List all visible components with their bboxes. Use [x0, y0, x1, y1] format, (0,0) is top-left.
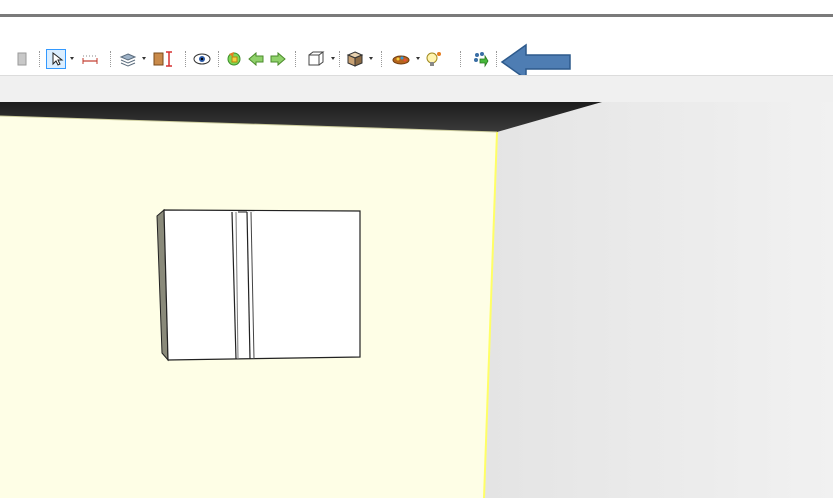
wireframe-cube-icon	[308, 51, 325, 66]
dimension-tool-button[interactable]	[80, 49, 100, 69]
material-button[interactable]	[390, 49, 412, 69]
right-wall	[484, 102, 833, 498]
toolbar-separator	[496, 51, 498, 67]
toolbar-separator	[110, 51, 112, 67]
move-left-button[interactable]	[246, 49, 266, 69]
wireframe-dropdown-chevron-icon[interactable]	[331, 57, 335, 60]
light-bulb-icon	[426, 52, 441, 66]
material-dropdown-chevron-icon[interactable]	[416, 57, 420, 60]
solid-view-button[interactable]	[345, 49, 365, 69]
cabinet-model[interactable]	[156, 208, 361, 362]
wall-tool-button[interactable]	[150, 49, 178, 69]
wall-tool-icon	[153, 51, 172, 67]
window-top-border	[0, 14, 833, 17]
render-export-icon	[474, 52, 489, 68]
grip-icon	[15, 49, 29, 69]
light-button[interactable]	[424, 49, 444, 69]
layers-button[interactable]	[118, 49, 138, 69]
3d-scene	[0, 102, 833, 499]
select-arrow-icon	[52, 51, 64, 66]
toolbar-separator	[381, 51, 383, 67]
solid-cube-icon	[346, 51, 364, 67]
toolbar-separator	[295, 51, 297, 67]
rotate-view-icon	[227, 52, 241, 66]
main-toolbar	[0, 41, 833, 75]
wireframe-view-button[interactable]	[305, 49, 327, 69]
toolbar-separator	[339, 51, 341, 67]
3d-viewport[interactable]	[0, 102, 833, 499]
layers-dropdown-chevron-icon[interactable]	[142, 57, 146, 60]
solid-view-dropdown-chevron-icon[interactable]	[369, 57, 373, 60]
dimension-icon	[82, 55, 98, 64]
select-dropdown-chevron-icon[interactable]	[70, 57, 74, 60]
render-export-button[interactable]	[470, 49, 490, 69]
toolbar-separator	[185, 51, 187, 67]
move-left-icon	[248, 52, 264, 66]
toolbar-separator	[460, 51, 462, 67]
view-tab-strip	[0, 75, 833, 103]
move-right-icon	[270, 52, 286, 66]
layers-icon	[119, 53, 137, 67]
select-tool-button[interactable]	[46, 49, 66, 69]
move-right-button[interactable]	[268, 49, 288, 69]
toolbar-separator	[39, 51, 41, 67]
view-button[interactable]	[192, 49, 212, 69]
material-icon	[392, 55, 410, 65]
eye-view-icon	[193, 53, 211, 65]
rotate-view-button[interactable]	[224, 49, 244, 69]
toolbar-separator	[218, 51, 220, 67]
